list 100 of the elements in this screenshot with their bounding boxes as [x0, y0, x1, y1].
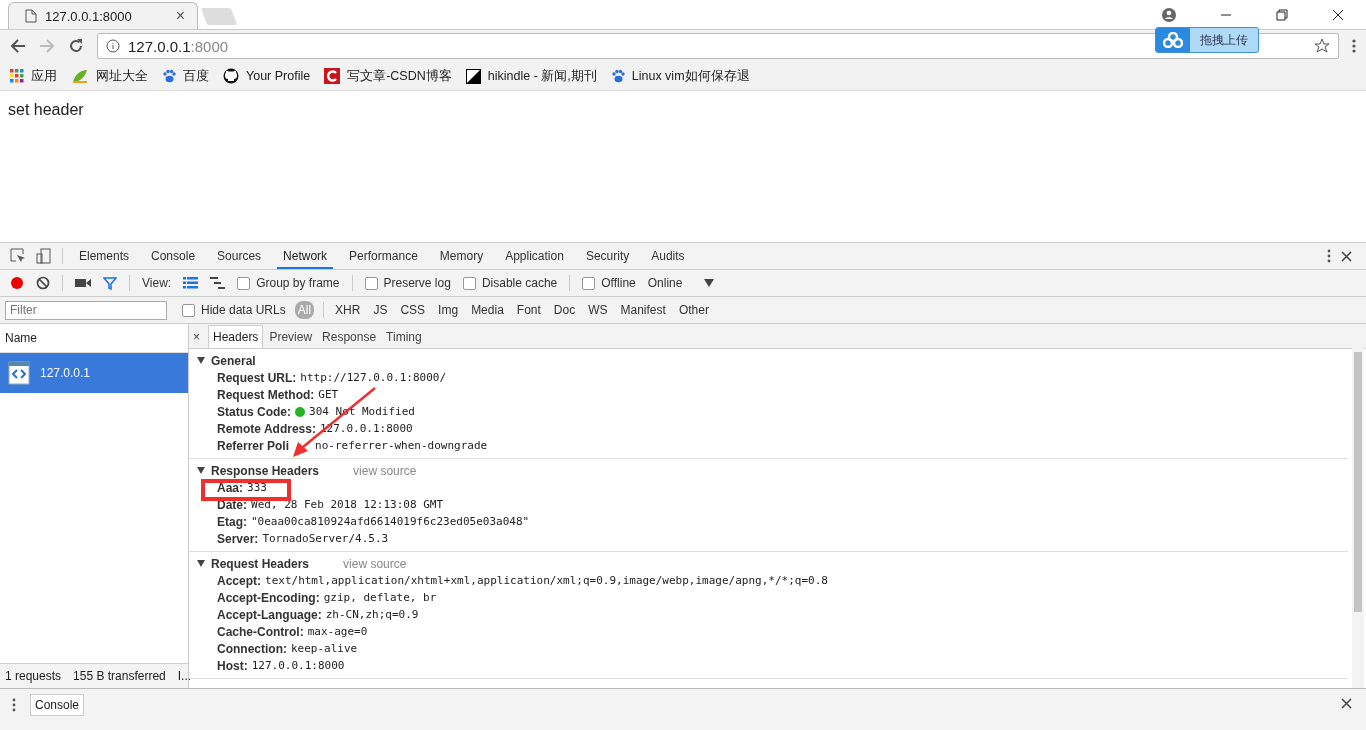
bookmark[interactable]: hikindle - 新闻,期刊: [465, 67, 597, 85]
restore-icon[interactable]: [1276, 8, 1288, 21]
header-value: text/html,application/xhtml+xml,application/xml;q=0.9,image/webp,image/apng,*/*;q=0.8: [265, 574, 828, 587]
upload-button[interactable]: 拖拽上传: [1155, 27, 1259, 53]
type-filter[interactable]: XHR: [333, 301, 363, 319]
collapse-triangle-icon[interactable]: [197, 560, 205, 567]
bookmark[interactable]: Linux vim如何保存退: [610, 67, 750, 85]
throttle-select[interactable]: Online: [647, 276, 683, 290]
type-filter[interactable]: Other: [676, 301, 711, 319]
type-filter[interactable]: WS: [586, 301, 610, 319]
type-filter[interactable]: Font: [514, 301, 543, 319]
view-source-link[interactable]: view source: [343, 556, 407, 571]
view-source-link[interactable]: view source: [353, 463, 417, 478]
header-name: Cache-Control:: [217, 624, 304, 639]
more-icon[interactable]: [1327, 249, 1331, 263]
header-name: Remote Address:: [217, 421, 316, 436]
paw-icon: [162, 69, 176, 83]
record-icon[interactable]: [10, 276, 24, 290]
reload-icon[interactable]: [68, 38, 84, 54]
collapse-triangle-icon[interactable]: [197, 467, 205, 474]
header-name: Connection:: [217, 641, 287, 656]
header-value: max-age=0: [307, 625, 368, 638]
header-name: Referrer Poli: [217, 438, 290, 453]
bookmark[interactable]: 网址大全: [71, 67, 148, 85]
bookmark[interactable]: 应用: [10, 67, 57, 85]
more-icon[interactable]: [12, 698, 16, 712]
header-value: keep-alive: [291, 642, 358, 655]
checkbox-option[interactable]: Preserve log: [364, 276, 451, 290]
close-icon[interactable]: [1341, 250, 1352, 262]
header-value: zh-CN,zh;q=0.9: [325, 608, 419, 621]
checkbox[interactable]: [237, 276, 251, 290]
checkbox[interactable]: [582, 276, 596, 290]
type-filter[interactable]: JS: [371, 301, 390, 319]
detail-tab[interactable]: Timing: [382, 326, 426, 348]
devtools-tab[interactable]: Audits: [645, 243, 691, 269]
checkbox-option[interactable]: Hide data URLs: [182, 303, 286, 317]
header-value: GET: [318, 388, 339, 401]
collapse-triangle-icon[interactable]: [197, 357, 205, 364]
inspect-icon[interactable]: [10, 248, 26, 264]
section-header[interactable]: General: [211, 353, 256, 368]
bookmark[interactable]: 百度: [162, 67, 209, 85]
request-row[interactable]: 127.0.0.1: [0, 353, 188, 393]
close-icon[interactable]: [1332, 8, 1344, 21]
scrollbar[interactable]: [1352, 348, 1364, 688]
filter-icon[interactable]: [103, 276, 117, 290]
info-icon: [106, 39, 120, 53]
devtools-tab[interactable]: Sources: [211, 243, 268, 269]
devtools-tab[interactable]: Application: [499, 243, 570, 269]
header-name: Etag:: [217, 514, 247, 529]
menu-icon[interactable]: [1352, 38, 1356, 54]
leaf-icon: [71, 68, 89, 84]
header-value: gzip, deflate, br: [323, 591, 437, 604]
summary-text: I...: [177, 669, 192, 683]
devtools-tab[interactable]: Security: [579, 243, 636, 269]
paw-icon: [610, 69, 625, 83]
detail-tab[interactable]: Headers: [208, 325, 264, 348]
bookmark[interactable]: Your Profile: [223, 68, 311, 84]
close-icon[interactable]: ×: [175, 7, 185, 25]
star-icon[interactable]: [1314, 38, 1330, 54]
c-logo-icon: [324, 68, 341, 84]
close-icon[interactable]: [1341, 698, 1352, 709]
header-name: Accept-Language:: [217, 607, 322, 622]
devtools-tab[interactable]: Elements: [73, 243, 136, 269]
drawer-tab[interactable]: Console: [30, 694, 85, 716]
back-icon[interactable]: [10, 38, 26, 54]
type-filter[interactable]: Doc: [551, 301, 578, 319]
bookmark[interactable]: 写文章-CSDN博客: [324, 67, 452, 85]
checkbox-option[interactable]: Group by frame: [237, 276, 340, 290]
apps-grid-icon: [10, 69, 24, 83]
header-value: http://127.0.0.1:8000/: [300, 371, 447, 384]
device-icon[interactable]: [36, 248, 52, 264]
detail-tab[interactable]: Preview: [265, 326, 317, 348]
checkbox[interactable]: [462, 276, 476, 290]
type-filter[interactable]: Manifest: [618, 301, 668, 319]
list-view-icon[interactable]: [183, 277, 199, 289]
browser-tab[interactable]: 127.0.0.1:8000 ×: [8, 2, 198, 29]
profile-icon[interactable]: [1162, 7, 1176, 22]
devtools-tab[interactable]: Console: [145, 243, 202, 269]
page-icon: [25, 9, 37, 23]
detail-tab[interactable]: Response: [318, 326, 381, 348]
camera-icon[interactable]: [75, 277, 91, 289]
type-filter[interactable]: Media: [469, 301, 506, 319]
checkbox-option[interactable]: Disable cache: [462, 276, 558, 290]
section-header[interactable]: Response Headers: [211, 463, 320, 478]
summary-text: 1 requests: [5, 669, 62, 683]
header-name: Request URL:: [217, 370, 297, 385]
clear-icon[interactable]: [36, 276, 50, 290]
checkbox-option[interactable]: Offline: [582, 276, 636, 290]
waterfall-icon[interactable]: [210, 277, 226, 289]
type-filter[interactable]: Img: [436, 301, 461, 319]
checkbox[interactable]: [182, 303, 195, 317]
devtools-tab[interactable]: Memory: [433, 243, 490, 269]
filter-field[interactable]: Filter: [5, 300, 167, 320]
checkbox[interactable]: [364, 276, 378, 290]
section-header[interactable]: Request Headers: [211, 556, 310, 571]
type-filter[interactable]: CSS: [398, 301, 428, 319]
close-icon[interactable]: ×: [193, 330, 206, 348]
header-name: Date:: [217, 497, 247, 512]
devtools-tab[interactable]: Performance: [343, 243, 424, 269]
caret-icon[interactable]: [704, 279, 715, 287]
